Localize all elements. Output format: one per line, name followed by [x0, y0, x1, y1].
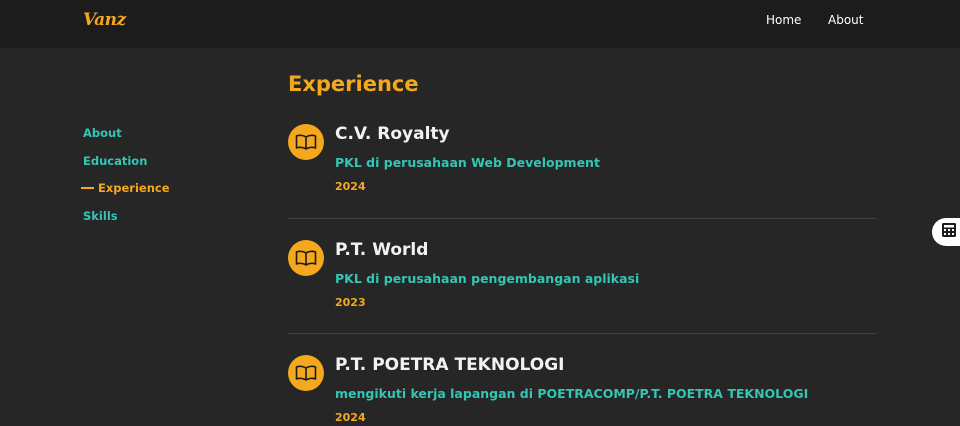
sidebar-item-skills[interactable]: Skills	[83, 209, 118, 223]
sidebar-item-experience[interactable]: Experience	[81, 181, 170, 195]
book-icon	[288, 355, 324, 391]
floating-calculator-button[interactable]	[932, 218, 960, 246]
sidebar-item-label: Experience	[98, 181, 170, 195]
experience-description: PKL di perusahaan pengembangan aplikasi	[335, 271, 640, 286]
company-name: P.T. World	[335, 240, 429, 260]
site-logo[interactable]: Vanz	[83, 10, 126, 30]
experience-description: mengikuti kerja lapangan di POETRACOMP/P…	[335, 386, 809, 401]
experience-description: PKL di perusahaan Web Development	[335, 155, 600, 170]
book-icon	[288, 240, 324, 276]
divider	[288, 218, 877, 219]
nav-about-link[interactable]: About	[828, 13, 863, 27]
experience-year: 2024	[335, 411, 366, 424]
section-title: Experience	[288, 72, 419, 96]
nav-home-link[interactable]: Home	[766, 13, 801, 27]
experience-item: P.T. POETRA TEKNOLOGI mengikuti kerja la…	[288, 355, 877, 426]
experience-year: 2024	[335, 180, 366, 193]
company-name: P.T. POETRA TEKNOLOGI	[335, 355, 565, 375]
sidebar-item-education[interactable]: Education	[83, 154, 147, 168]
sidebar-item-about[interactable]: About	[83, 126, 122, 140]
calculator-icon	[941, 222, 957, 242]
top-navbar: Vanz Home About	[0, 0, 960, 48]
company-name: C.V. Royalty	[335, 124, 450, 144]
experience-item: P.T. World PKL di perusahaan pengembanga…	[288, 240, 877, 320]
divider	[288, 333, 877, 334]
experience-item: C.V. Royalty PKL di perusahaan Web Devel…	[288, 124, 877, 204]
book-icon	[288, 124, 324, 160]
experience-year: 2023	[335, 296, 366, 309]
